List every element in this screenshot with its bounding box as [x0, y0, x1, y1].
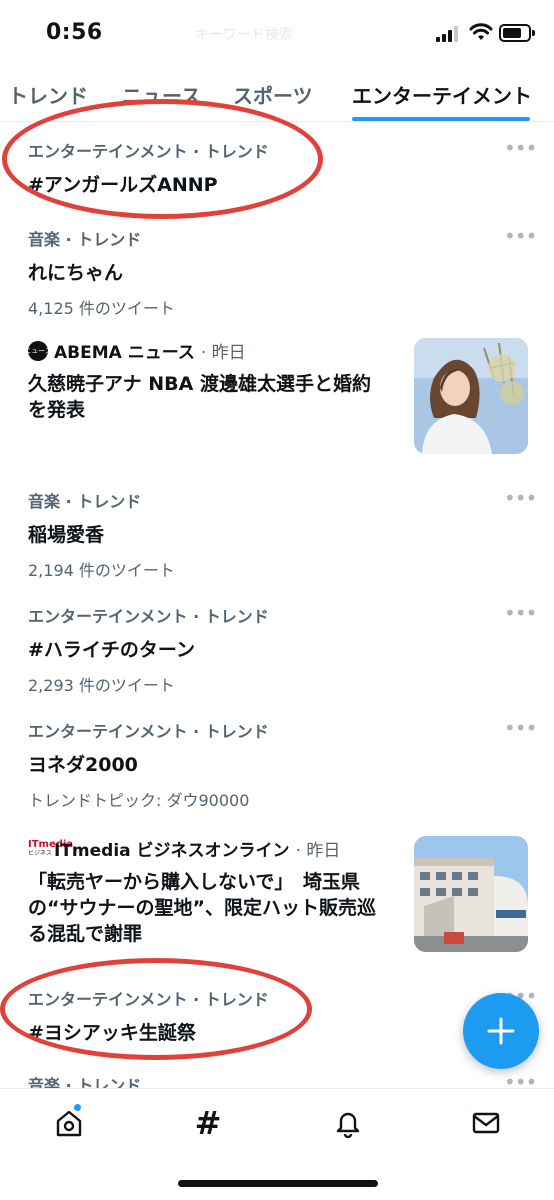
source-name: ABEMA ニュース [54, 343, 195, 363]
nav-explore[interactable]: # [190, 1104, 226, 1142]
status-ghost-text: キーワード検索 [195, 27, 293, 43]
trend-name: れにちゃん [28, 262, 124, 284]
hashtag-icon: # [194, 1104, 222, 1142]
more-options-icon[interactable]: ••• [504, 486, 537, 510]
itmedia-logo: ITmedia ビジネス [28, 839, 74, 858]
active-tab-indicator [352, 117, 530, 121]
notification-dot [73, 1103, 82, 1112]
source-name: ITmedia ビジネスオンライン [54, 841, 290, 861]
more-options-icon[interactable]: ••• [504, 136, 537, 160]
explore-tabs: トレンド ニュース スポーツ エンターテイメント [0, 66, 554, 122]
trend-item[interactable]: エンターテインメント · トレンド #ハライチのターン 2,293 件のツイート [28, 603, 528, 696]
trend-name: #アンガールズANNP [28, 174, 218, 196]
home-icon [56, 1110, 82, 1137]
trend-category: 音楽 · トレンド [28, 492, 142, 511]
trend-feed: エンターテインメント · トレンド #アンガールズANNP ••• 音楽 · ト… [0, 122, 554, 1088]
tab-trends[interactable]: トレンド [8, 80, 88, 109]
news-headline: 「転売ヤーから購入しないで」 埼玉県の“サウナーの聖地”、限定ハット販売巡る混乱… [28, 871, 376, 945]
nav-home[interactable] [51, 1103, 87, 1141]
tab-sports[interactable]: スポーツ [233, 80, 313, 109]
tab-news[interactable]: ニュース [122, 80, 201, 109]
compose-button[interactable] [463, 993, 539, 1069]
trend-item[interactable]: 音楽 · トレンド [28, 1072, 528, 1088]
news-thumbnail[interactable] [414, 836, 528, 952]
trend-category: 音楽 · トレンド [28, 230, 142, 249]
cellular-signal-icon [436, 26, 460, 42]
news-item[interactable]: ニュース ABEMA ニュース · 昨日 久慈暁子アナ NBA 渡邊雄太選手と婚… [24, 338, 528, 454]
trend-category: 音楽 · トレンド [28, 1076, 142, 1088]
more-options-icon[interactable]: ••• [504, 716, 537, 740]
news-thumbnail[interactable] [414, 338, 528, 454]
news-headline: 久慈暁子アナ NBA 渡邊雄太選手と婚約を発表 [28, 373, 371, 421]
bell-icon [336, 1112, 360, 1138]
trend-item[interactable]: 音楽 · トレンド れにちゃん 4,125 件のツイート [28, 226, 528, 319]
more-options-icon[interactable]: ••• [504, 601, 537, 625]
plus-icon [487, 1017, 515, 1045]
trend-topic: トレンドトピック: ダウ90000 [28, 791, 250, 810]
battery-icon [499, 24, 535, 42]
trend-category: エンターテインメント · トレンド [28, 142, 269, 161]
trend-category: エンターテインメント · トレンド [28, 990, 269, 1009]
trend-name: 稲場愛香 [28, 524, 105, 546]
news-item[interactable]: ITmedia ビジネス ITmedia ビジネスオンライン · 昨日 「転売ヤ… [28, 836, 528, 952]
status-time: 0:56 [46, 20, 103, 45]
tweet-count: 2,194 件のツイート [28, 561, 175, 580]
post-time: · 昨日 [200, 343, 246, 363]
more-options-icon[interactable]: ••• [504, 1070, 537, 1088]
tweet-count: 2,293 件のツイート [28, 676, 175, 695]
trend-item[interactable]: エンターテインメント · トレンド ヨネダ2000 トレンドトピック: ダウ90… [28, 718, 528, 811]
more-options-icon[interactable]: ••• [504, 224, 537, 248]
abema-logo: ニュース [24, 340, 52, 361]
trend-name: ヨネダ2000 [28, 754, 138, 776]
trend-category: エンターテインメント · トレンド [28, 607, 269, 626]
trend-item[interactable]: エンターテインメント · トレンド #アンガールズANNP [28, 138, 528, 197]
post-time: · 昨日 [295, 841, 341, 861]
tab-entertainment[interactable]: エンターテイメント [352, 80, 532, 109]
trend-item[interactable]: エンターテインメント · トレンド #ヨシアッキ生誕祭 [28, 986, 528, 1045]
nav-notifications[interactable] [330, 1105, 366, 1141]
trend-item[interactable]: 音楽 · トレンド 稲場愛香 2,194 件のツイート [28, 488, 528, 581]
status-bar: 0:56 キーワード検索 [0, 0, 554, 66]
nav-messages[interactable] [468, 1105, 504, 1141]
trend-name: #ハライチのターン [28, 639, 195, 661]
trend-category: エンターテインメント · トレンド [28, 722, 269, 741]
wifi-icon [469, 23, 493, 40]
home-indicator [178, 1180, 378, 1187]
mail-icon [472, 1112, 500, 1134]
tweet-count: 4,125 件のツイート [28, 299, 175, 318]
trend-name: #ヨシアッキ生誕祭 [28, 1022, 196, 1044]
